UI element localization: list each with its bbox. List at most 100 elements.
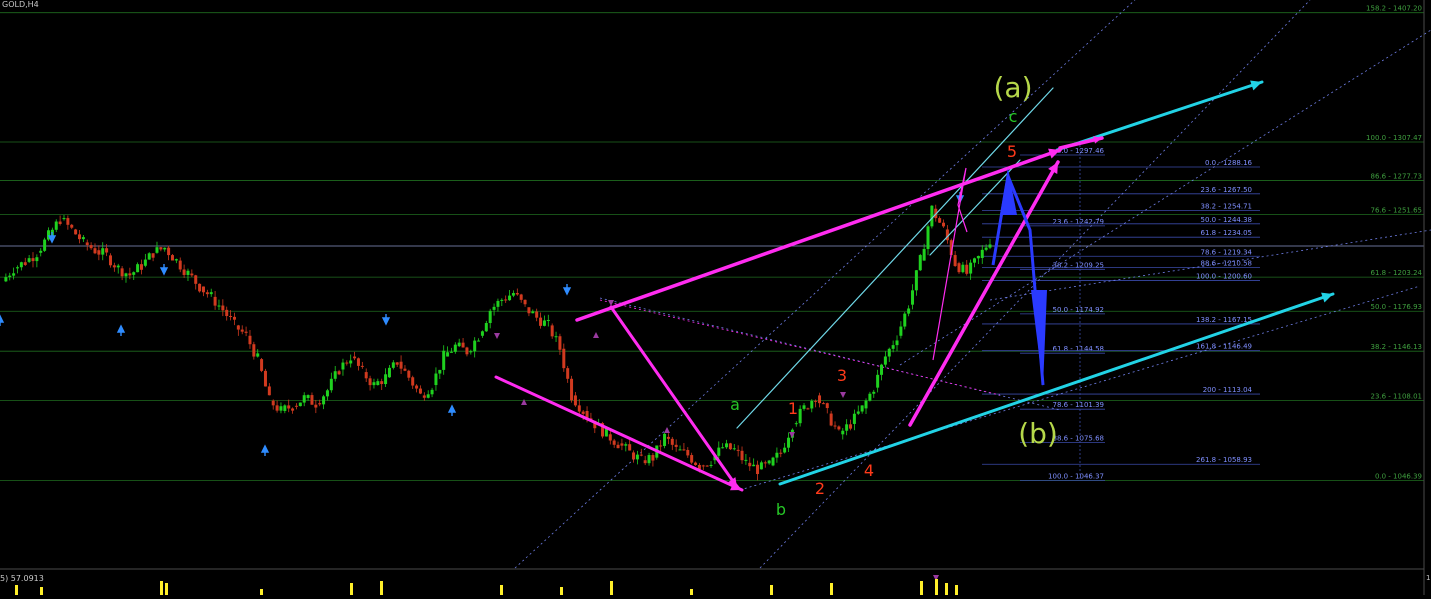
candle-body (651, 455, 655, 461)
indicator-bar (165, 583, 168, 595)
candle-body (717, 447, 721, 456)
fib-grid-label: 23.6 - 1108.01 (1370, 393, 1422, 401)
candle-body (418, 388, 422, 394)
candle-body (841, 430, 845, 435)
candle-body (217, 305, 221, 307)
candle-body (395, 362, 399, 365)
candle-body (911, 290, 915, 305)
candle-body (449, 351, 453, 353)
candle-body (570, 378, 574, 401)
candle-body (430, 389, 434, 395)
wave-label-a: (a) (993, 71, 1032, 104)
candle-body (345, 362, 349, 364)
candle-body (969, 262, 973, 274)
candle-body (66, 218, 70, 225)
fib-grid-label: 100.0 - 1307.47 (1366, 134, 1422, 142)
fib-grid-label: 158.2 - 1407.20 (1366, 5, 1422, 13)
candle-body (500, 299, 504, 301)
candle-body (659, 445, 663, 447)
candle-body (248, 335, 252, 345)
candle-body (15, 267, 19, 269)
candle-body (81, 237, 85, 240)
candle-body (787, 437, 791, 448)
candle-body (612, 440, 616, 445)
fib-grid-label: 38.2 - 1146.13 (1370, 343, 1422, 351)
candle-body (771, 457, 775, 466)
fib-b-label: 261.8 - 1058.93 (1196, 456, 1252, 464)
candle-body (426, 394, 430, 398)
candle-body (108, 255, 112, 266)
candle-body (353, 356, 357, 359)
candle-body (132, 272, 136, 275)
candle-body (477, 340, 481, 342)
candle-body (159, 247, 163, 250)
candle-body (325, 390, 329, 397)
candle-body (283, 405, 287, 411)
candle-body (810, 400, 814, 409)
fib-a-label: 50.0 - 1174.92 (1052, 306, 1104, 314)
candle-body (957, 263, 961, 273)
candle-body (182, 269, 186, 275)
candle-body (221, 305, 225, 311)
wave-label-a: a (730, 395, 740, 414)
candle-body (837, 426, 841, 430)
candle-body (496, 300, 500, 307)
chart-canvas: 158.2 - 1407.20 100.0 - 1307.47 86.6 - 127… (0, 0, 1431, 595)
candle-body (77, 234, 81, 240)
candle-body (686, 449, 690, 456)
candle-body (240, 329, 244, 332)
candle-body (23, 262, 27, 265)
candle-body (670, 438, 674, 445)
indicator-label: 5) 57.0913 (0, 574, 44, 583)
candle-body (244, 331, 248, 333)
candle-body (120, 268, 124, 277)
candle-body (825, 403, 829, 409)
fib-b-label: 0.0 - 1288.16 (1205, 159, 1253, 167)
candle-body (554, 336, 558, 338)
candle-body (302, 395, 306, 403)
candle-body (263, 370, 267, 387)
candle-body (271, 400, 275, 406)
candle-body (647, 455, 651, 464)
candle-body (860, 405, 864, 412)
candle-body (492, 306, 496, 310)
candle-body (511, 293, 515, 296)
candle-body (27, 258, 31, 262)
candle-body (783, 447, 787, 453)
indicator-bar (15, 585, 18, 595)
candle-body (864, 400, 868, 409)
candle-body (74, 229, 78, 235)
fib-b-label: 78.6 - 1219.34 (1200, 248, 1252, 256)
candle-body (128, 273, 132, 276)
candle-body (411, 377, 415, 386)
fib-b-label: 100.0 - 1200.60 (1196, 273, 1252, 281)
candle-body (802, 405, 806, 409)
candle-body (329, 378, 333, 391)
candle-body (384, 374, 388, 385)
candle-body (965, 264, 969, 274)
candle-body (101, 248, 105, 255)
indicator-bar (920, 581, 923, 595)
candle-body (151, 253, 155, 258)
indicator-bar (40, 587, 43, 595)
candle-body (887, 348, 891, 357)
candle-body (709, 464, 713, 466)
candle-body (732, 448, 736, 450)
candle-body (728, 443, 732, 450)
candle-body (322, 396, 326, 405)
candle-body (360, 365, 364, 367)
candle-body (988, 244, 992, 248)
indicator-bar (945, 583, 948, 595)
candle-body (446, 352, 450, 357)
indicator-bar (955, 585, 958, 595)
candle-body (298, 402, 302, 407)
candle-body (515, 292, 519, 295)
fib-a-label: 61.8 - 1144.58 (1052, 345, 1104, 353)
candle-body (577, 405, 581, 412)
candle-body (260, 359, 264, 371)
indicator-bar (560, 587, 563, 595)
candle-body (480, 331, 484, 336)
candle-body (926, 226, 930, 249)
candle-body (562, 348, 566, 369)
indicator-bar (380, 581, 383, 595)
